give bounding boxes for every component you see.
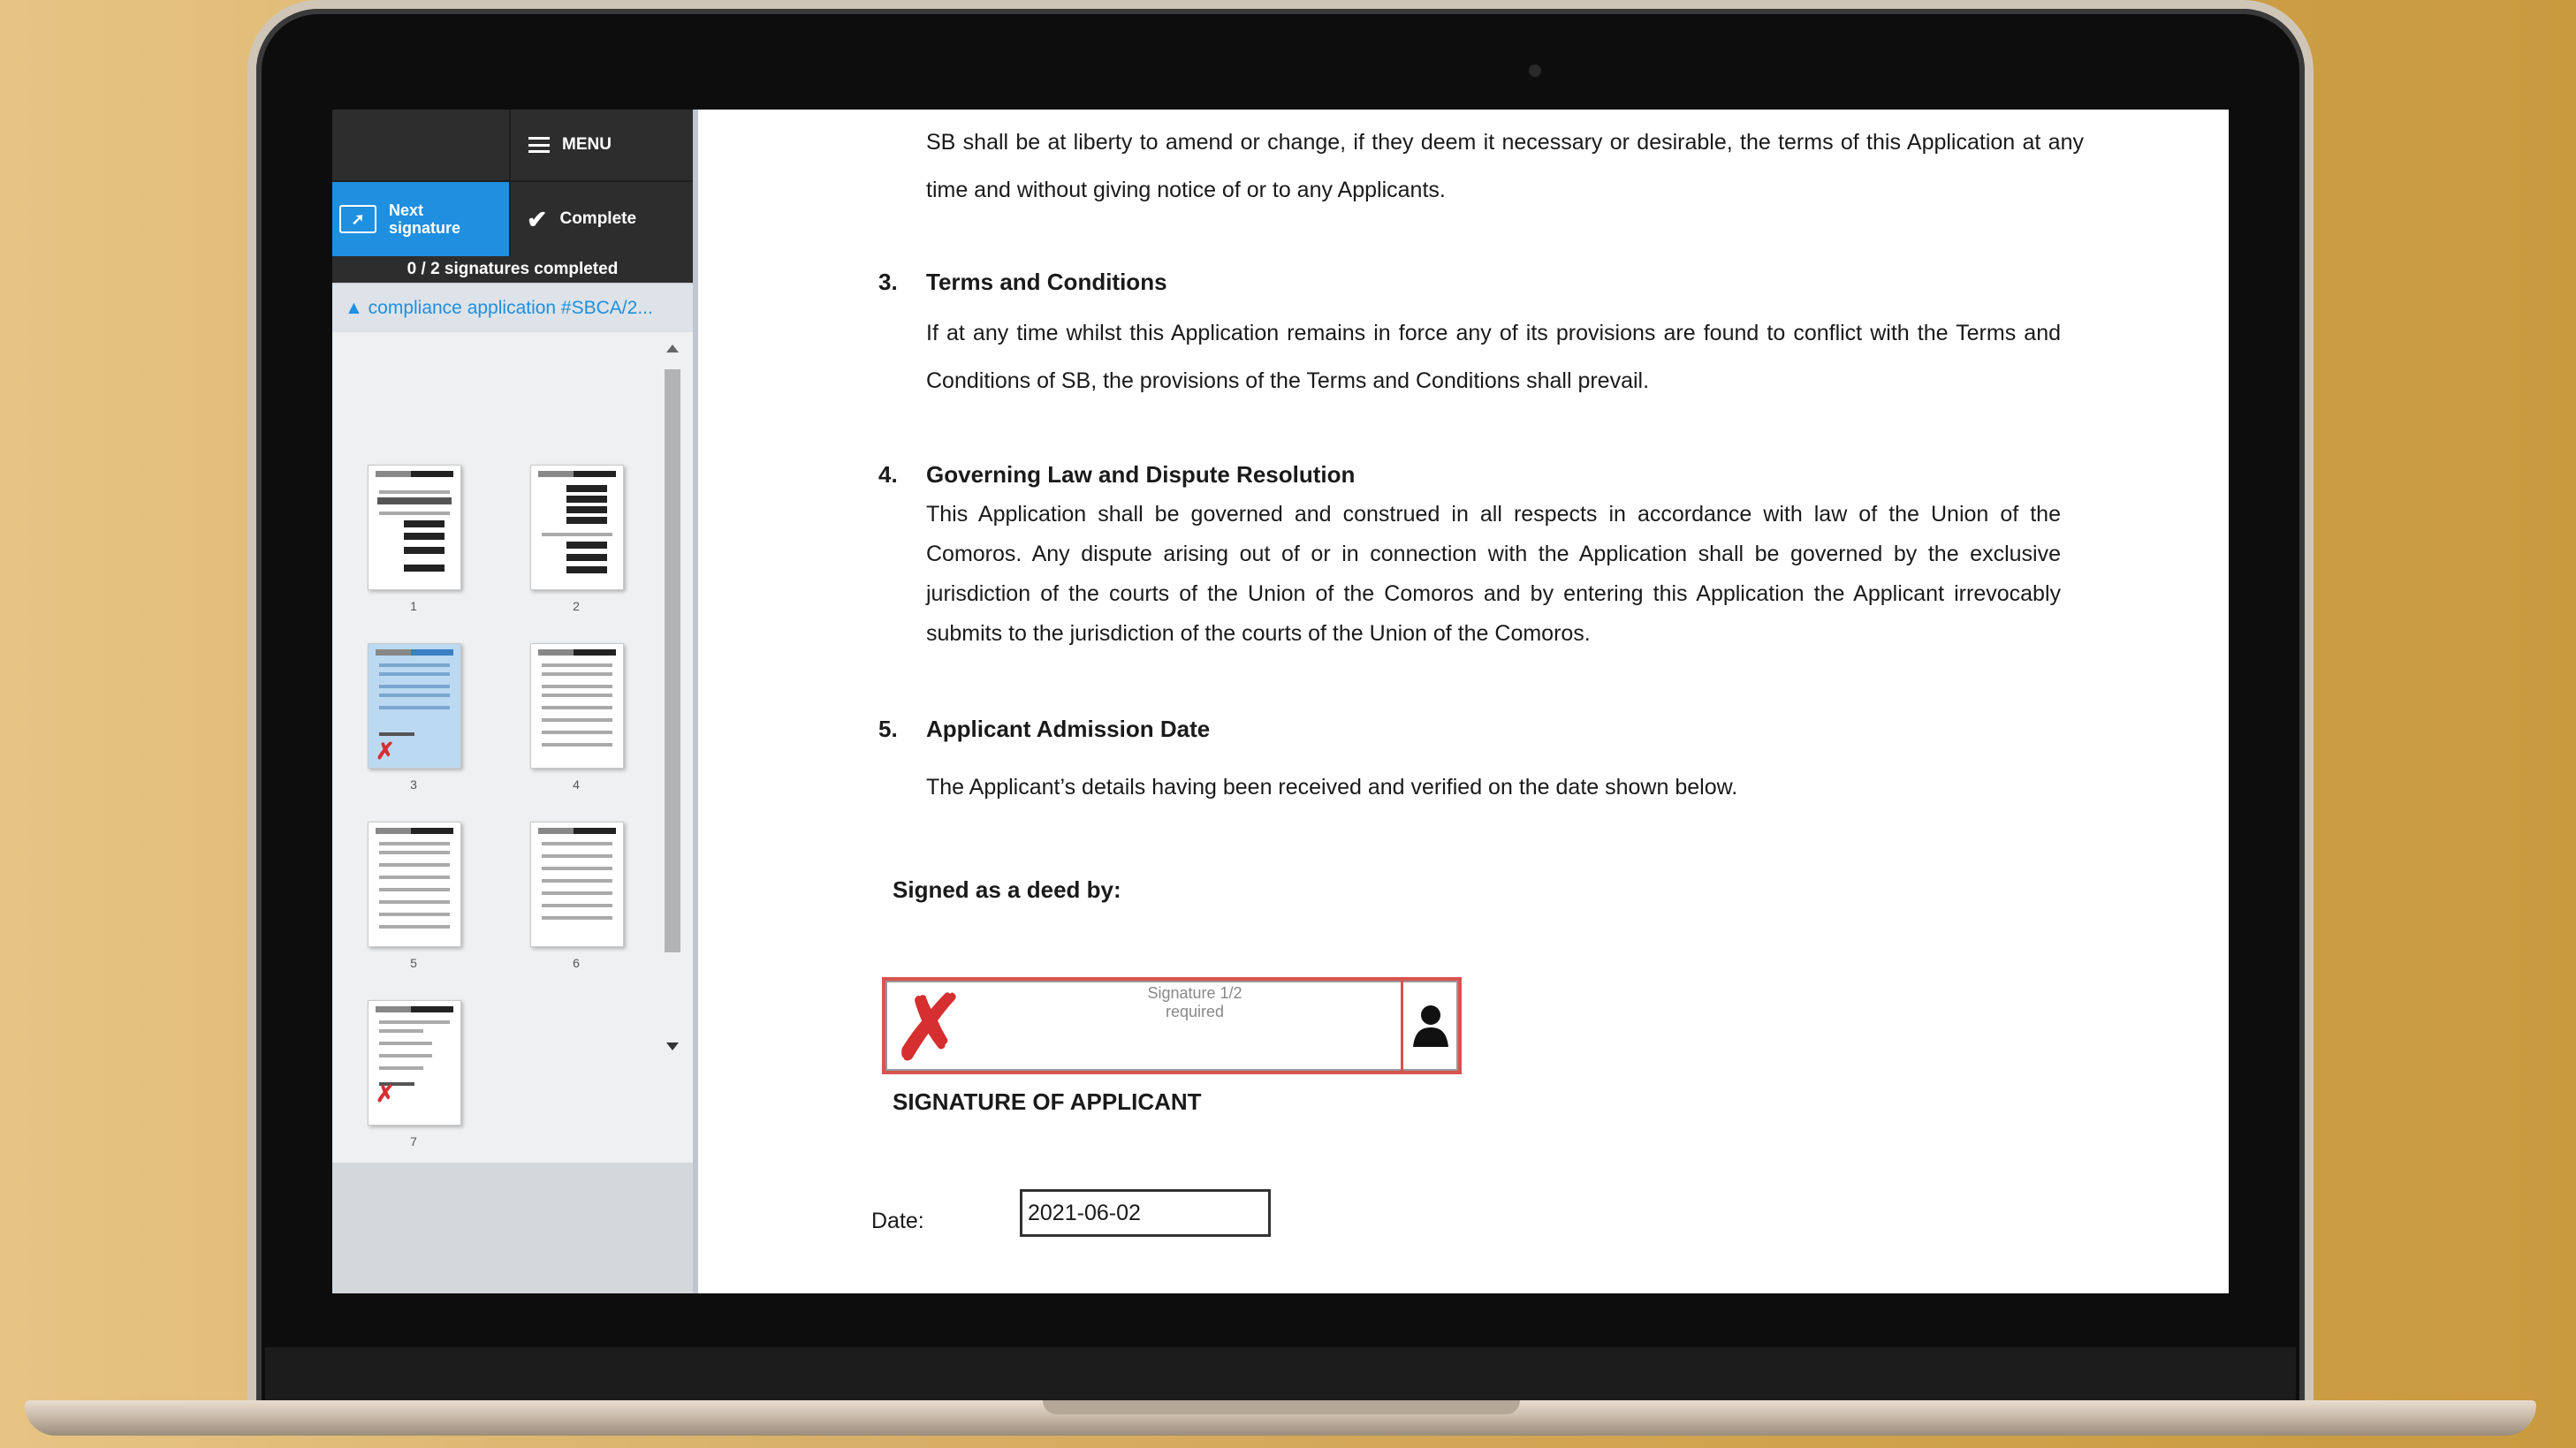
- sidebar: MENU ➚ Next signature ✔ Complete 0 / 2 s…: [332, 110, 693, 1293]
- signature-field[interactable]: ✗ Signature 1/2 required: [882, 977, 1462, 1074]
- signature-marker-icon: ✗: [376, 738, 395, 764]
- sign-arrow-icon: ➚: [339, 205, 376, 233]
- thumbnail-page-number: 2: [573, 599, 580, 613]
- page-thumbnail[interactable]: [368, 822, 461, 947]
- next-signature-button[interactable]: ➚ Next signature: [332, 182, 509, 256]
- section-body: This Application shall be governed and c…: [926, 502, 2061, 646]
- section-body: The Applicant’s details having been rece…: [926, 775, 1738, 800]
- screen: MENU ➚ Next signature ✔ Complete 0 / 2 s…: [332, 110, 2229, 1293]
- signature-status-line: Signature 1/2: [1147, 984, 1242, 1002]
- thumbnail-page-number: 7: [410, 1134, 417, 1149]
- intro-paragraph: SB shall be at liberty to amend or chang…: [926, 130, 2084, 202]
- document-page: SB shall be at liberty to amend or chang…: [698, 110, 2229, 1293]
- section-title: Applicant Admission Date: [926, 716, 1211, 742]
- thumbnail-page-number: 6: [573, 956, 580, 970]
- page-thumbnail[interactable]: [530, 465, 624, 590]
- thumbnail-page-number: 1: [410, 599, 417, 613]
- scroll-down-arrow-icon[interactable]: [666, 1042, 679, 1050]
- camera: [1529, 64, 1541, 77]
- signature-caption: SIGNATURE OF APPLICANT: [893, 1088, 1202, 1115]
- page-thumbnails: 1 2 ✗ 3 4 5 6 ✗ 7: [332, 332, 693, 1163]
- page-thumbnail-active[interactable]: ✗: [368, 643, 461, 769]
- section-number: 4.: [878, 461, 898, 488]
- signature-progress: 0 / 2 signatures completed: [332, 256, 693, 283]
- signature-status: Signature 1/2 required: [1106, 984, 1283, 1021]
- signature-status-line: required: [1165, 1003, 1225, 1020]
- thumbnail-page-number: 3: [410, 777, 417, 792]
- document-title: compliance application #SBCA/2...: [368, 298, 653, 318]
- complete-button[interactable]: ✔ Complete: [509, 182, 693, 256]
- collapse-triangle-icon[interactable]: ▲: [345, 298, 363, 318]
- signed-as-deed-label: Signed as a deed by:: [893, 876, 1121, 903]
- laptop-bezel-bottom: [265, 1347, 2296, 1407]
- page-thumbnail[interactable]: [530, 822, 624, 947]
- menu-label: MENU: [562, 135, 612, 154]
- scrollbar-thumb[interactable]: [665, 369, 680, 952]
- hamburger-icon: [528, 137, 550, 153]
- signer-person-icon[interactable]: [1401, 981, 1458, 1071]
- thumbnail-scrollbar[interactable]: [661, 345, 684, 1051]
- section-number: 5.: [878, 716, 898, 742]
- document-tree-item[interactable]: ▲ compliance application #SBCA/2...: [332, 284, 693, 332]
- signature-x-icon: ✗: [893, 979, 967, 1078]
- scroll-up-arrow-icon[interactable]: [666, 345, 679, 353]
- thumbnail-page-number: 4: [573, 777, 580, 792]
- page-thumbnail[interactable]: ✗: [368, 1000, 461, 1126]
- date-field[interactable]: 2021-06-02: [1020, 1189, 1271, 1237]
- next-signature-label: Next signature: [389, 201, 461, 237]
- page-thumbnail[interactable]: [530, 643, 624, 769]
- action-bar: ➚ Next signature ✔ Complete: [332, 182, 693, 256]
- page-thumbnail[interactable]: [368, 465, 461, 590]
- signature-marker-icon: ✗: [376, 1080, 395, 1107]
- sidebar-topbar: MENU: [332, 110, 693, 182]
- section-title: Terms and Conditions: [926, 269, 1167, 295]
- section-number: 3.: [878, 269, 898, 295]
- laptop-hinge-notch: [1043, 1400, 1520, 1414]
- menu-button[interactable]: MENU: [509, 110, 693, 180]
- complete-label: Complete: [559, 209, 637, 228]
- thumbnail-page-number: 5: [410, 956, 417, 970]
- checkmark-icon: ✔: [527, 205, 548, 233]
- section-body: If at any time whilst this Application r…: [926, 321, 2061, 393]
- date-label: Date:: [871, 1209, 924, 1233]
- section-title: Governing Law and Dispute Resolution: [926, 461, 1356, 488]
